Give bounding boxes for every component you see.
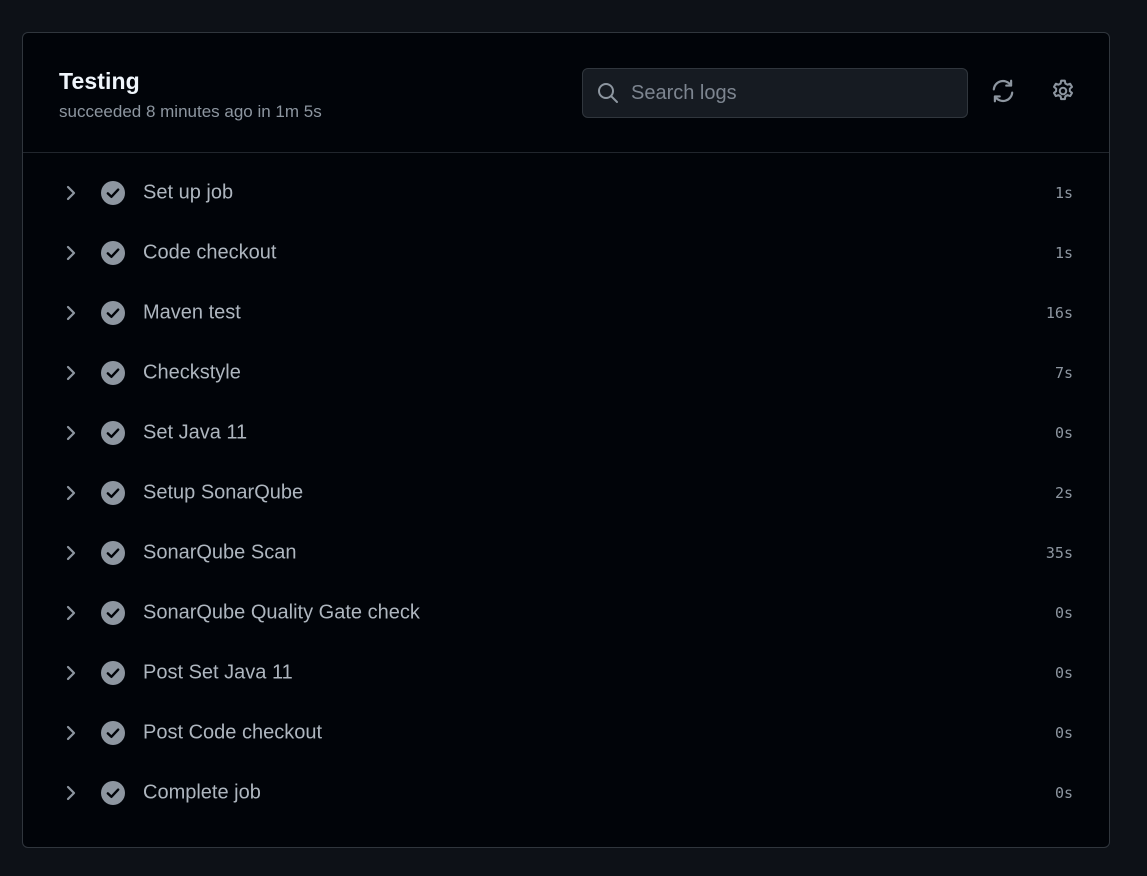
check-circle-icon — [101, 601, 125, 625]
settings-button[interactable] — [1048, 78, 1078, 108]
refresh-button[interactable] — [988, 78, 1018, 108]
check-circle-icon — [101, 181, 125, 205]
step-name: Code checkout — [143, 241, 277, 264]
step-duration: 0s — [1054, 424, 1073, 442]
chevron-right-icon[interactable] — [63, 783, 79, 803]
search-logs-input[interactable] — [631, 81, 951, 105]
check-circle-icon — [101, 301, 125, 325]
job-step-row[interactable]: Post Code checkout 0s — [23, 703, 1109, 763]
step-name: Set Java 11 — [143, 421, 248, 444]
chevron-right-icon[interactable] — [63, 663, 79, 683]
job-step-row[interactable]: Code checkout 1s — [23, 223, 1109, 283]
job-title: Testing — [59, 68, 140, 94]
job-step-row[interactable]: SonarQube Scan 35s — [23, 523, 1109, 583]
chevron-right-icon[interactable] — [63, 363, 79, 383]
step-name: Checkstyle — [143, 361, 241, 384]
step-name: Maven test — [143, 301, 241, 324]
step-name: Set up job — [143, 181, 234, 204]
job-step-row[interactable]: SonarQube Quality Gate check 0s — [23, 583, 1109, 643]
chevron-right-icon[interactable] — [63, 543, 79, 563]
chevron-right-icon[interactable] — [63, 483, 79, 503]
chevron-right-icon[interactable] — [63, 243, 79, 263]
chevron-right-icon[interactable] — [63, 423, 79, 443]
refresh-icon — [990, 78, 1016, 109]
job-steps-list: Set up job 1s Code checkout 1s Maven test 16s… — [23, 153, 1109, 823]
step-name: Post Code checkout — [143, 721, 322, 744]
job-step-row[interactable]: Setup SonarQube 2s — [23, 463, 1109, 523]
step-name: Setup SonarQube — [143, 481, 304, 504]
check-circle-icon — [101, 661, 125, 685]
check-circle-icon — [101, 361, 125, 385]
step-name: Post Set Java 11 — [143, 661, 293, 684]
job-log-panel: Testing succeeded 8 minutes ago in 1m 5s — [22, 32, 1110, 848]
check-circle-icon — [101, 241, 125, 265]
gear-icon — [1050, 78, 1076, 109]
step-name: SonarQube Quality Gate check — [143, 601, 420, 624]
check-circle-icon — [101, 721, 125, 745]
step-duration: 7s — [1054, 364, 1073, 382]
step-duration: 1s — [1054, 244, 1073, 262]
job-status-summary: succeeded 8 minutes ago in 1m 5s — [59, 102, 322, 121]
check-circle-icon — [101, 781, 125, 805]
chevron-right-icon[interactable] — [63, 183, 79, 203]
job-step-row[interactable]: Post Set Java 11 0s — [23, 643, 1109, 703]
chevron-right-icon[interactable] — [63, 303, 79, 323]
step-duration: 0s — [1054, 604, 1073, 622]
step-duration: 0s — [1054, 784, 1073, 802]
step-duration: 2s — [1054, 484, 1073, 502]
step-name: Complete job — [143, 781, 261, 804]
step-duration: 1s — [1054, 184, 1073, 202]
step-duration: 16s — [1045, 304, 1073, 322]
job-step-row[interactable]: Set Java 11 0s — [23, 403, 1109, 463]
step-duration: 0s — [1054, 724, 1073, 742]
job-step-row[interactable]: Checkstyle 7s — [23, 343, 1109, 403]
chevron-right-icon[interactable] — [63, 723, 79, 743]
step-name: SonarQube Scan — [143, 541, 297, 564]
check-circle-icon — [101, 541, 125, 565]
job-step-row[interactable]: Set up job 1s — [23, 163, 1109, 223]
check-circle-icon — [101, 421, 125, 445]
job-step-row[interactable]: Complete job 0s — [23, 763, 1109, 823]
check-circle-icon — [101, 481, 125, 505]
search-logs-box[interactable] — [582, 68, 968, 118]
step-duration: 35s — [1045, 544, 1073, 562]
job-step-row[interactable]: Maven test 16s — [23, 283, 1109, 343]
job-header: Testing succeeded 8 minutes ago in 1m 5s — [23, 33, 1109, 153]
search-icon — [595, 80, 621, 106]
step-duration: 0s — [1054, 664, 1073, 682]
chevron-right-icon[interactable] — [63, 603, 79, 623]
